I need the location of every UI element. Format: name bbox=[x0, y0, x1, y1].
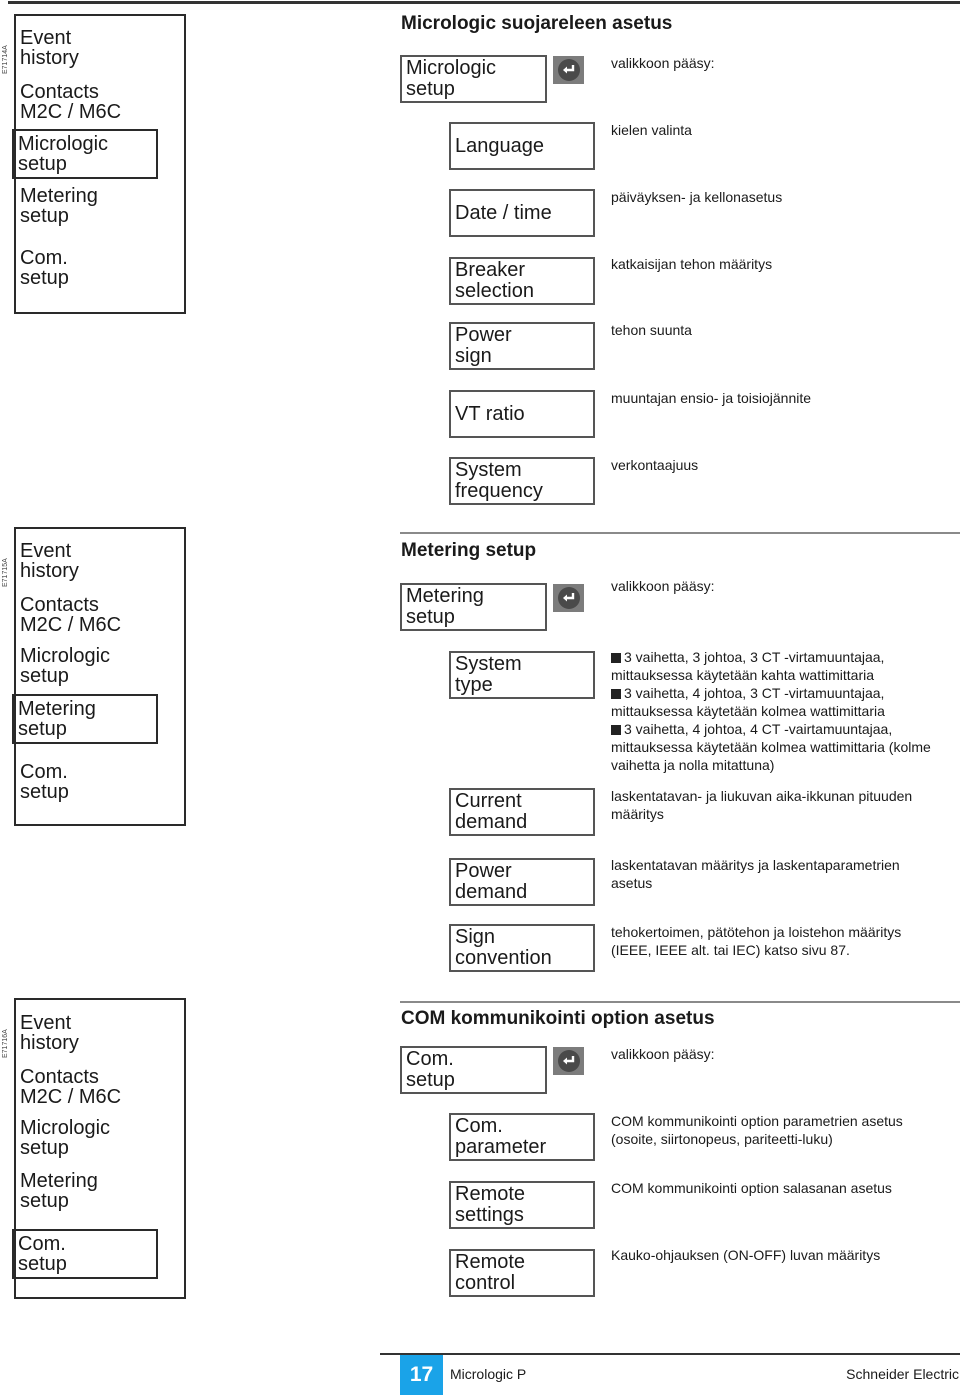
submenu-desc: päiväyksen- ja kellonasetus bbox=[611, 189, 783, 205]
footer-rule bbox=[380, 1353, 960, 1355]
submenu-box[interactable]: Current demand bbox=[449, 788, 595, 836]
bullet-item: 3 vaihetta, 4 johtoa, 3 CT -virtamuuntaj… bbox=[611, 684, 931, 720]
bullet-text: 3 vaihetta, 3 johtoa, 3 CT -virtamuuntaj… bbox=[611, 649, 885, 683]
main-menu-box[interactable]: Metering setup bbox=[400, 583, 547, 631]
bullet-item: 3 vaihetta, 4 johtoa, 4 CT -vairtamuunta… bbox=[611, 720, 931, 774]
submenu-desc-list: 3 vaihetta, 3 johtoa, 3 CT -virtamuuntaj… bbox=[611, 648, 931, 774]
square-bullet-icon bbox=[611, 725, 621, 735]
menu-item[interactable]: Micrologic setup bbox=[16, 1118, 156, 1158]
submenu-box[interactable]: Power sign bbox=[449, 322, 595, 370]
section-separator bbox=[400, 532, 960, 534]
enter-button[interactable] bbox=[553, 56, 584, 84]
submenu-box[interactable]: Remote settings bbox=[449, 1181, 595, 1229]
menu-item[interactable]: Com. setup bbox=[16, 248, 156, 288]
menu-item[interactable]: Metering setup bbox=[16, 1171, 156, 1211]
submenu-box[interactable]: Power demand bbox=[449, 858, 595, 906]
menu-item[interactable]: Com. setup bbox=[16, 762, 156, 802]
square-bullet-icon bbox=[611, 689, 621, 699]
submenu-desc: laskentatavan- ja liukuvan aika-ikkunan … bbox=[611, 788, 913, 822]
submenu-desc: tehokertoimen, pätötehon ja loistehon mä… bbox=[611, 924, 902, 958]
top-rule bbox=[8, 1, 960, 4]
menu-item[interactable]: Event history bbox=[16, 541, 156, 581]
section-separator bbox=[400, 1001, 960, 1003]
menu-item[interactable]: Contacts M2C / M6C bbox=[16, 595, 156, 635]
menu-item[interactable]: Event history bbox=[16, 28, 156, 68]
menu-item[interactable]: Micrologic setup bbox=[16, 646, 156, 686]
submenu-box[interactable]: Language bbox=[449, 122, 595, 170]
section-title: Metering setup bbox=[401, 540, 537, 561]
page-number: 17 bbox=[400, 1355, 443, 1395]
menu-item[interactable]: Contacts M2C / M6C bbox=[16, 82, 156, 122]
bullet-item: 3 vaihetta, 3 johtoa, 3 CT -virtamuuntaj… bbox=[611, 648, 931, 684]
submenu-box[interactable]: Date / time bbox=[449, 189, 595, 237]
menu-item-selected[interactable]: Com. setup bbox=[12, 1229, 158, 1279]
menu-access-desc: valikkoon pääsy: bbox=[611, 578, 715, 594]
bullet-text: 3 vaihetta, 4 johtoa, 4 CT -vairtamuunta… bbox=[611, 721, 931, 773]
square-bullet-icon bbox=[611, 653, 621, 663]
submenu-desc: katkaisijan tehon määritys bbox=[611, 256, 773, 272]
menu-item[interactable]: Contacts M2C / M6C bbox=[16, 1067, 156, 1107]
menu-access-desc: valikkoon pääsy: bbox=[611, 1046, 715, 1062]
menu-item[interactable]: Metering setup bbox=[16, 186, 156, 226]
menu-item-selected[interactable]: Micrologic setup bbox=[12, 129, 158, 179]
submenu-desc: kielen valinta bbox=[611, 122, 692, 138]
submenu-desc: muuntajan ensio- ja toisiojännite bbox=[611, 390, 812, 406]
figure-id: E71716A bbox=[2, 1029, 9, 1058]
submenu-box[interactable]: Remote control bbox=[449, 1249, 595, 1297]
figure-id: E71715A bbox=[2, 558, 9, 587]
submenu-desc: laskentatavan määritys ja laskentaparame… bbox=[611, 857, 900, 891]
enter-button[interactable] bbox=[553, 1047, 584, 1075]
menu-item-selected[interactable]: Metering setup bbox=[12, 694, 158, 744]
submenu-box[interactable]: System type bbox=[449, 651, 595, 699]
submenu-desc: Kauko-ohjauksen (ON-OFF) luvan määritys bbox=[611, 1247, 881, 1263]
section-title: COM kommunikointi option asetus bbox=[401, 1008, 715, 1029]
main-menu-box[interactable]: Micrologic setup bbox=[400, 55, 547, 103]
submenu-box[interactable]: Sign convention bbox=[449, 924, 595, 972]
submenu-box[interactable]: System frequency bbox=[449, 457, 595, 505]
submenu-desc: verkontaajuus bbox=[611, 457, 699, 473]
menu-access-desc: valikkoon pääsy: bbox=[611, 55, 715, 71]
submenu-desc: COM kommunikointi option salasanan asetu… bbox=[611, 1180, 892, 1196]
submenu-desc: COM kommunikointi option parametrien ase… bbox=[611, 1113, 903, 1147]
submenu-box[interactable]: Breaker selection bbox=[449, 257, 595, 305]
section-title: Micrologic suojareleen asetus bbox=[401, 13, 673, 34]
footer-brand: Schneider Electric bbox=[846, 1366, 959, 1382]
submenu-box[interactable]: Com. parameter bbox=[449, 1113, 595, 1161]
bullet-text: 3 vaihetta, 4 johtoa, 3 CT -virtamuuntaj… bbox=[611, 685, 885, 719]
footer-product: Micrologic P bbox=[450, 1366, 527, 1382]
submenu-desc: tehon suunta bbox=[611, 322, 692, 338]
menu-item[interactable]: Event history bbox=[16, 1013, 156, 1053]
main-menu-box[interactable]: Com. setup bbox=[400, 1046, 547, 1094]
enter-key-icon bbox=[557, 587, 580, 609]
figure-id: E71714A bbox=[2, 45, 9, 74]
enter-button[interactable] bbox=[553, 584, 584, 612]
enter-key-icon bbox=[557, 1050, 580, 1072]
enter-key-icon bbox=[557, 59, 580, 81]
submenu-box[interactable]: VT ratio bbox=[449, 390, 595, 438]
